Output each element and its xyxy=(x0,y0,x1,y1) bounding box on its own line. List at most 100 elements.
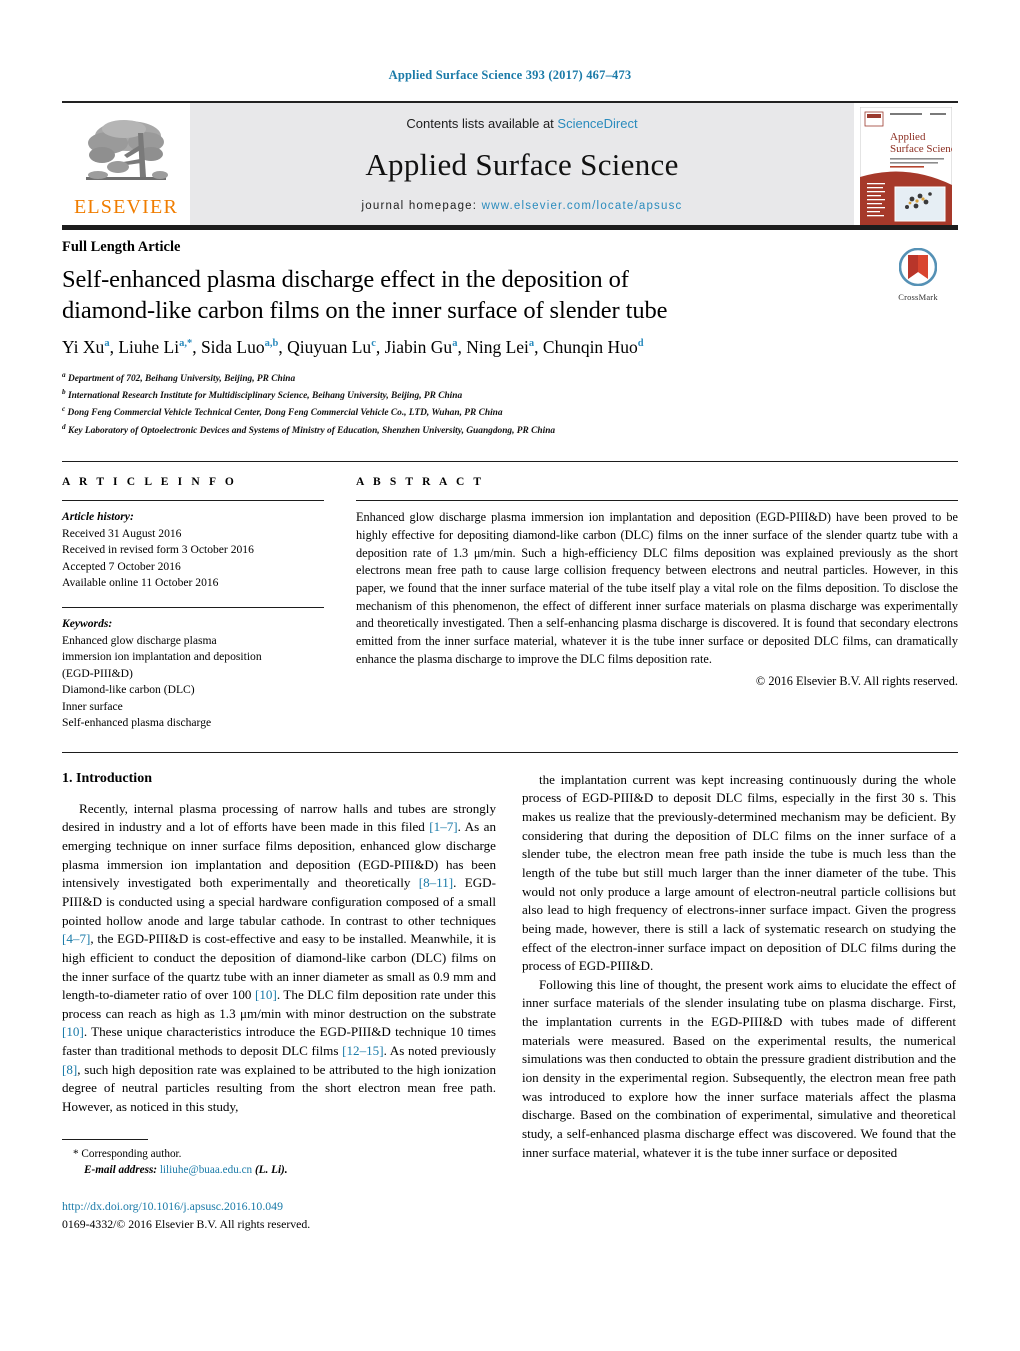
body-columns: 1. Introduction Recently, internal plasm… xyxy=(62,751,958,1234)
citation-link[interactable]: [1–7] xyxy=(429,819,457,834)
author-affiliation-marker: c xyxy=(371,337,376,349)
affiliation-list: a Department of 702, Beihang University,… xyxy=(62,370,958,439)
abstract-text: Enhanced glow discharge plasma immersion… xyxy=(356,510,958,666)
journal-title: Applied Surface Science xyxy=(365,147,679,182)
article-head: CrossMark Full Length Article Self-enhan… xyxy=(62,230,958,439)
author-list: Yi Xua, Liuhe Lia,*, Sida Luoa,b, Qiuyua… xyxy=(62,336,644,357)
body-paragraph: Following this line of thought, the pres… xyxy=(522,976,956,1160)
keyword-item: immersion ion implantation and depositio… xyxy=(62,650,262,664)
doi-link[interactable]: http://dx.doi.org/10.1016/j.apsusc.2016.… xyxy=(62,1198,496,1215)
author-name: Sida Luo xyxy=(200,336,265,357)
elsevier-wordmark: ELSEVIER xyxy=(73,196,179,218)
email-suffix: (L. Li). xyxy=(254,1163,288,1176)
issn-copyright-line: 0169-4332/© 2016 Elsevier B.V. All right… xyxy=(62,1217,311,1232)
body-paragraph: the implantation current was kept increa… xyxy=(522,771,956,974)
abstract-column: A B S T R A C T Enhanced glow discharge … xyxy=(350,476,958,731)
body-right-column: the implantation current was kept increa… xyxy=(522,771,956,1234)
abstract-copyright: © 2016 Elsevier B.V. All rights reserved… xyxy=(755,674,958,689)
abstract-rule xyxy=(356,500,958,502)
article-history-item: Received 31 August 2016 xyxy=(62,526,182,540)
masthead-center-band: Contents lists available at ScienceDirec… xyxy=(190,103,854,225)
article-title-line-2: diamond-like carbon films on the inner s… xyxy=(62,296,668,324)
elsevier-logo-area: ELSEVIER xyxy=(62,103,190,225)
body-paragraph: Recently, internal plasma processing of … xyxy=(62,800,497,1115)
affiliation-marker: c xyxy=(62,405,66,414)
elsevier-tree-icon xyxy=(85,120,168,180)
article-title-line-1: Self-enhanced plasma discharge effect in… xyxy=(62,266,629,293)
right-column-paragraphs: the implantation current was kept increa… xyxy=(522,771,956,1163)
citation-link[interactable]: [8] xyxy=(62,1062,77,1077)
author-name: Yi Xu xyxy=(62,336,105,357)
crossmark-badge[interactable]: CrossMark xyxy=(878,247,958,302)
contents-prefix: Contents lists available at xyxy=(406,116,558,131)
homepage-url-link[interactable]: www.elsevier.com/locate/apsusc xyxy=(482,200,683,212)
citation-link[interactable]: [10] xyxy=(255,987,277,1002)
elsevier-logo: ELSEVIER xyxy=(74,115,178,217)
citation-link[interactable]: [12–15] xyxy=(342,1043,383,1058)
citation-link[interactable]: [8–11] xyxy=(419,875,453,890)
author-name: Qiuyuan Lu xyxy=(287,336,372,357)
journal-homepage-line: journal homepage: www.elsevier.com/locat… xyxy=(362,200,683,212)
author-affiliation-marker: a,b xyxy=(264,337,279,349)
svg-text:Applied: Applied xyxy=(890,131,926,143)
crossmark-label: CrossMark xyxy=(898,292,938,302)
keyword-item: Enhanced glow discharge plasma xyxy=(62,633,217,647)
email-link[interactable]: liliuhe@buaa.edu.cn xyxy=(160,1164,252,1176)
article-history-item: Received in revised form 3 October 2016 xyxy=(62,543,254,557)
author-affiliation-marker: a xyxy=(104,337,110,349)
body-left-column: 1. Introduction Recently, internal plasm… xyxy=(62,771,496,1234)
paper-page: Applied Surface Science 393 (2017) 467–4… xyxy=(0,0,1020,1351)
keywords-heading: Keywords: xyxy=(62,617,113,631)
svg-text:Surface Science: Surface Science xyxy=(890,143,952,155)
keyword-item: Diamond-like carbon (DLC) xyxy=(62,683,195,697)
page-title: Self-enhanced plasma discharge effect in… xyxy=(62,265,762,327)
author-affiliation-marker: d xyxy=(637,337,644,349)
author-affiliation-marker: a,* xyxy=(179,337,193,349)
author-name: Chunqin Huo xyxy=(542,336,638,357)
affiliation-marker: d xyxy=(62,422,66,431)
corresponding-marker: * xyxy=(73,1147,79,1160)
article-history-item: Accepted 7 October 2016 xyxy=(62,559,181,573)
journal-cover-image: Applied Surface Science xyxy=(860,106,952,225)
sciencedirect-link[interactable]: ScienceDirect xyxy=(557,116,637,131)
article-history-item: Available online 11 October 2016 xyxy=(62,575,219,589)
contents-available-line: Contents lists available at ScienceDirec… xyxy=(406,116,637,131)
abstract-heading: A B S T R A C T xyxy=(356,476,485,489)
affiliation-marker: a xyxy=(62,370,66,379)
section-title-introduction: 1. Introduction xyxy=(62,770,152,786)
email-label: E-mail address: xyxy=(84,1163,158,1176)
left-column-paragraphs: Recently, internal plasma processing of … xyxy=(62,800,496,1117)
article-history-heading: Article history: xyxy=(62,510,134,524)
article-info-column: A R T I C L E I N F O Article history: R… xyxy=(62,476,350,731)
corresponding-text: Corresponding author. xyxy=(81,1147,182,1160)
article-history-lines: Received 31 August 2016 Received in revis… xyxy=(62,526,324,592)
citation-link[interactable]: [4–7] xyxy=(62,931,90,946)
author-name: Liuhe Li xyxy=(118,336,180,357)
author-affiliation-marker: a xyxy=(528,337,535,349)
keyword-item: Self-enhanced plasma discharge xyxy=(62,716,212,730)
footnote-block: * Corresponding author. E-mail address: … xyxy=(62,1138,496,1234)
keyword-item: Inner surface xyxy=(62,699,123,713)
journal-cover-area: Applied Surface Science xyxy=(854,103,958,225)
running-head: Applied Surface Science 393 (2017) 467–4… xyxy=(388,68,632,82)
homepage-prefix: journal homepage: xyxy=(361,200,482,212)
article-info-heading: A R T I C L E I N F O xyxy=(62,476,237,489)
keyword-item: (EGD-PIII&D) xyxy=(62,666,133,680)
author-name: Jiabin Gu xyxy=(384,336,453,357)
author-name: Ning Lei xyxy=(466,336,529,357)
affiliation-marker: b xyxy=(62,388,66,397)
affiliation-item: a Department of 702, Beihang University,… xyxy=(62,370,296,384)
affiliation-item: b International Research Institute for M… xyxy=(62,388,463,402)
affiliation-item: c Dong Feng Commercial Vehicle Technical… xyxy=(62,405,503,419)
citation-link[interactable]: [10] xyxy=(62,1024,84,1039)
info-abstract-block: A R T I C L E I N F O Article history: R… xyxy=(62,461,958,731)
keywords-block: Keywords: Enhanced glow discharge plasma… xyxy=(62,607,324,731)
article-info-rule xyxy=(62,500,324,502)
corresponding-author-line: * Corresponding author. xyxy=(73,1146,496,1162)
journal-masthead: ELSEVIER Contents lists available at Sci… xyxy=(62,101,958,225)
keywords-rule xyxy=(62,607,324,609)
crossmark-icon xyxy=(898,247,938,287)
affiliation-item: d Key Laboratory of Optoelectronic Devic… xyxy=(62,422,556,436)
keyword-lines: Enhanced glow discharge plasma immersion … xyxy=(62,633,324,732)
article-type: Full Length Article xyxy=(62,239,181,255)
